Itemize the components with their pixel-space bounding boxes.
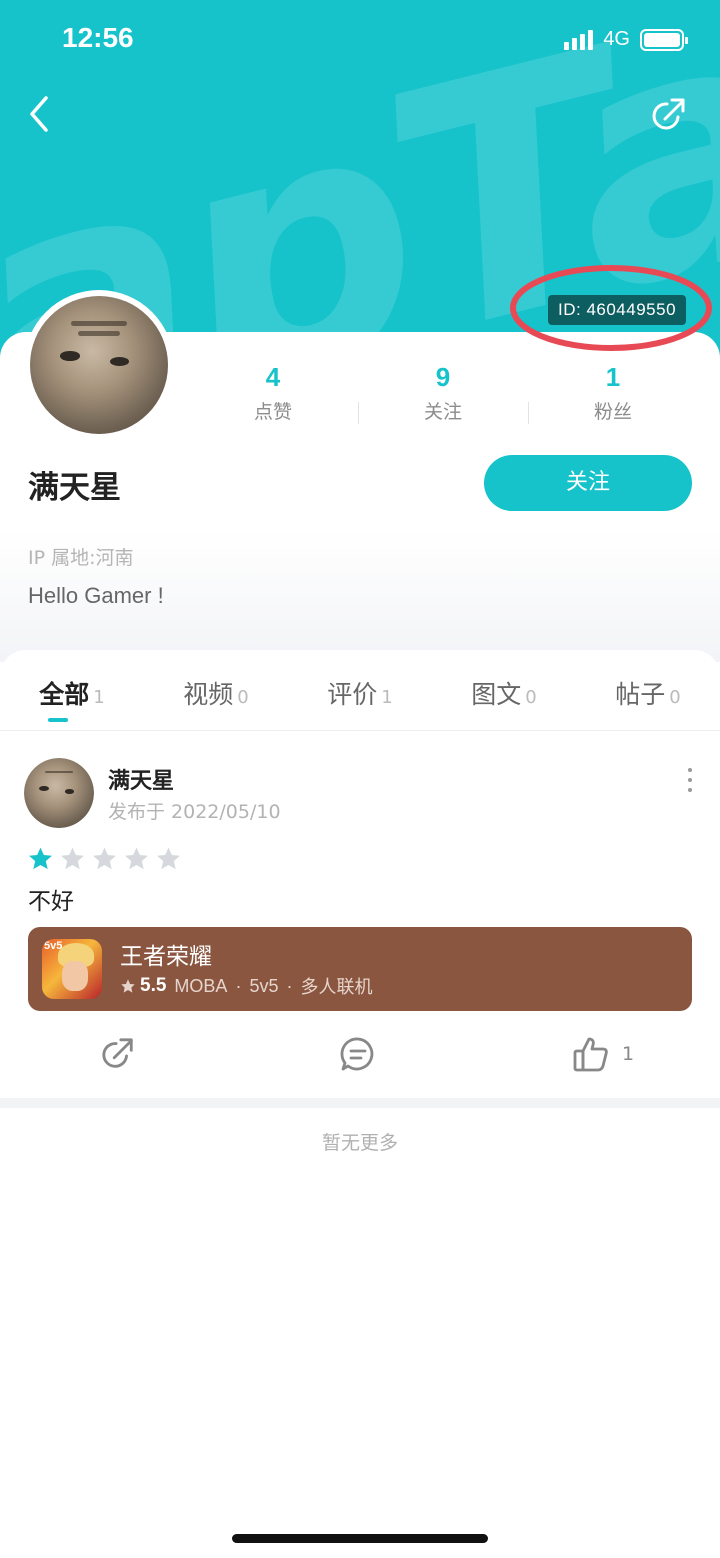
battery-icon [640,28,688,51]
follow-button[interactable]: 关注 [484,455,692,511]
comment-icon [340,1037,374,1071]
tab-posts[interactable]: 帖子 0 [576,675,720,730]
stat-following-label: 关注 [423,401,462,423]
network-type: 4G [603,28,630,50]
tab-count: 1 [93,687,105,708]
game-mode: 5v5 [249,975,279,996]
profile-username: 满天星 [28,470,121,506]
status-time: 12:56 [62,22,134,53]
separator: · [235,975,242,996]
content-tabs: 全部 1 视频 0 评价 1 图文 0 帖子 0 [0,675,720,731]
tab-count: 0 [669,687,681,708]
stat-followers-count: 1 [605,362,621,392]
tab-label: 视频 [183,680,234,709]
status-indicators: 4G [564,28,688,51]
game-name: 王者荣耀 [120,944,212,970]
like-button[interactable]: 1 [572,1034,634,1074]
avatar-image [30,296,168,434]
stat-following-count: 9 [435,362,451,392]
game-score: 5.5 [140,975,167,996]
tab-all[interactable]: 全部 1 [0,675,144,730]
tab-label: 图文 [471,680,522,709]
stat-likes[interactable]: 4 点赞 [188,362,358,424]
star-filled-icon [29,847,52,870]
tab-label: 帖子 [615,680,666,709]
profile-bio: Hello Gamer ! [28,583,164,608]
game-genre: MOBA [174,975,228,996]
tab-video[interactable]: 视频 0 [144,675,288,730]
profile-stats: 4 点赞 9 关注 1 粉丝 [188,362,698,424]
game-icon: 5v5 [42,939,102,999]
signal-icon [564,29,594,50]
profile-avatar[interactable] [24,290,174,440]
game-card[interactable]: 5v5 王者荣耀 5.5 MOBA · 5v5 · 多人联机 [28,927,692,1011]
tab-label: 全部 [39,680,90,709]
post-author-avatar[interactable] [24,758,94,828]
back-button[interactable] [22,92,62,136]
stat-following[interactable]: 9 关注 [358,362,528,424]
tab-count: 0 [237,687,249,708]
chevron-left-icon [30,96,48,132]
rating-stars [28,846,181,871]
share-button[interactable] [650,96,688,134]
tab-count: 1 [381,687,393,708]
home-indicator[interactable] [232,1534,488,1543]
star-empty-icon [125,847,148,870]
post-date: 发布于 2022/05/10 [108,801,281,823]
stat-followers-label: 粉丝 [593,401,632,423]
comment-button[interactable] [339,1034,377,1074]
like-count: 1 [622,1043,635,1065]
stat-likes-label: 点赞 [253,401,292,423]
tab-reviews[interactable]: 评价 1 [288,675,432,730]
stat-likes-count: 4 [265,362,281,392]
share-icon [102,1038,133,1068]
star-empty-icon [61,847,84,870]
red-circle-annotation [510,265,712,351]
ip-location: IP 属地:河南 [28,547,134,569]
post-author-name[interactable]: 满天星 [108,763,174,795]
share-post-button[interactable] [100,1034,136,1074]
game-feature: 多人联机 [300,977,373,997]
stat-followers[interactable]: 1 粉丝 [528,362,698,424]
no-more-text: 暂无更多 [321,1132,398,1154]
more-options-button[interactable] [684,768,696,792]
share-icon [652,98,685,130]
section-divider [0,1098,720,1108]
separator: · [286,975,293,996]
avatar-image [24,758,94,828]
star-empty-icon [157,847,180,870]
thumbs-up-icon [573,1037,608,1072]
tab-image-text[interactable]: 图文 0 [432,675,576,730]
star-empty-icon [93,847,116,870]
game-icon-tag: 5v5 [44,940,63,952]
review-text: 不好 [28,889,74,915]
game-meta: 5.5 MOBA · 5v5 · 多人联机 [120,973,372,999]
star-icon [121,979,135,993]
tab-label: 评价 [327,680,378,709]
tab-count: 0 [525,687,537,708]
